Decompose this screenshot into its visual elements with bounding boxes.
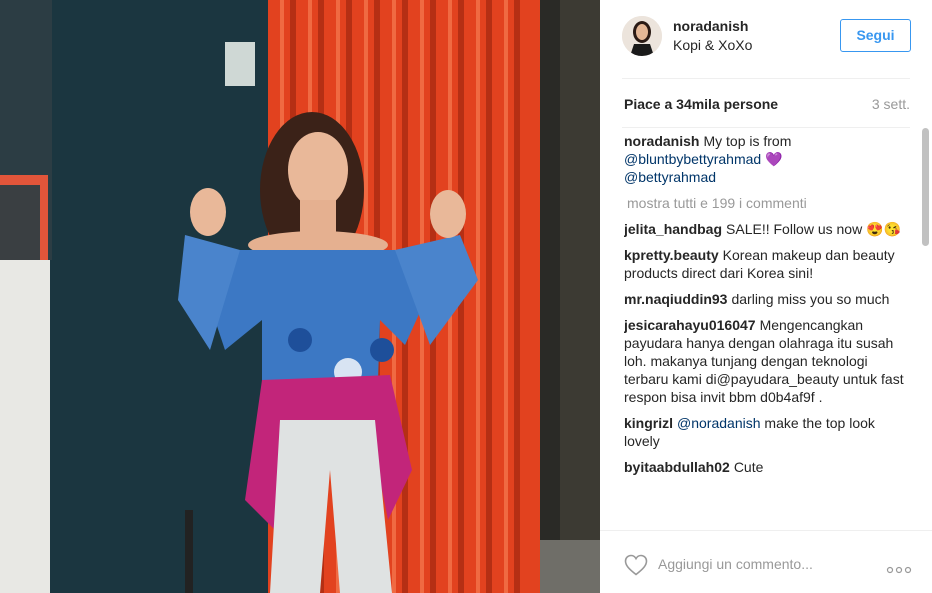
comment-text: SALE!! Follow us now 😍😘 [726,221,901,237]
list-item: jesicarahayu016047 Mengencangkan payudara… [624,316,914,406]
list-item: byitaabdullah02 Cute [624,458,914,476]
caption: noradanish My top is from @bluntbybettyra… [624,132,914,186]
show-all-comments-link[interactable]: mostra tutti e 199 i commenti [624,194,914,212]
header-divider [622,78,910,79]
avatar-image [622,16,662,56]
more-options-icon[interactable] [886,561,912,574]
follow-button[interactable]: Segui [840,19,911,52]
add-comment-input[interactable] [658,552,868,576]
username-link[interactable]: noradanish [673,18,748,34]
comment-username[interactable]: mr.naqiuddin93 [624,291,727,307]
caption-username[interactable]: noradanish [624,133,699,149]
likes-divider [622,127,910,128]
list-item: kpretty.beauty Korean makeup dan beauty p… [624,246,914,282]
comment-text: darling miss you so much [731,291,890,307]
likes-row: Piace a 34mila persone 3 sett. [624,96,912,114]
comment-username[interactable]: jelita_handbag [624,221,722,237]
post-timestamp[interactable]: 3 sett. [872,96,910,112]
comment-username[interactable]: kingrizl [624,415,673,431]
comments-scrollbar[interactable] [922,128,929,528]
list-item: jelita_handbag SALE!! Follow us now 😍😘 [624,220,914,238]
comment-text: Cute [733,459,764,475]
likes-count[interactable]: Piace a 34mila persone [624,96,778,112]
purple-heart-emoji: 💜 [765,151,783,167]
post-photo[interactable] [0,0,600,593]
comments-list: noradanish My top is from @bluntbybettyra… [624,132,914,527]
scrollbar-thumb[interactable] [922,128,929,246]
caption-text: My top is from [703,133,792,149]
caption-mention-2[interactable]: @bettyrahmad [624,169,716,185]
post-header: noradanish Kopi & XoXo Segui [600,0,932,78]
comment-username[interactable]: kpretty.beauty [624,247,719,263]
comment-username[interactable]: byitaabdullah02 [624,459,730,475]
post-image [0,0,600,593]
comment-username[interactable]: jesicarahayu016047 [624,317,756,333]
comment-mention[interactable]: @noradanish [677,415,761,431]
caption-mention-1[interactable]: @bluntbybettyrahmad [624,151,761,167]
heart-icon[interactable] [624,554,648,576]
post-details-panel: noradanish Kopi & XoXo Segui Piace a 34m… [600,0,932,593]
list-item: mr.naqiuddin93 darling miss you so much [624,290,914,308]
avatar[interactable] [622,16,662,56]
list-item: kingrizl @noradanish make the top look lo… [624,414,914,450]
post-footer [600,530,932,593]
location-link[interactable]: Kopi & XoXo [673,37,752,53]
